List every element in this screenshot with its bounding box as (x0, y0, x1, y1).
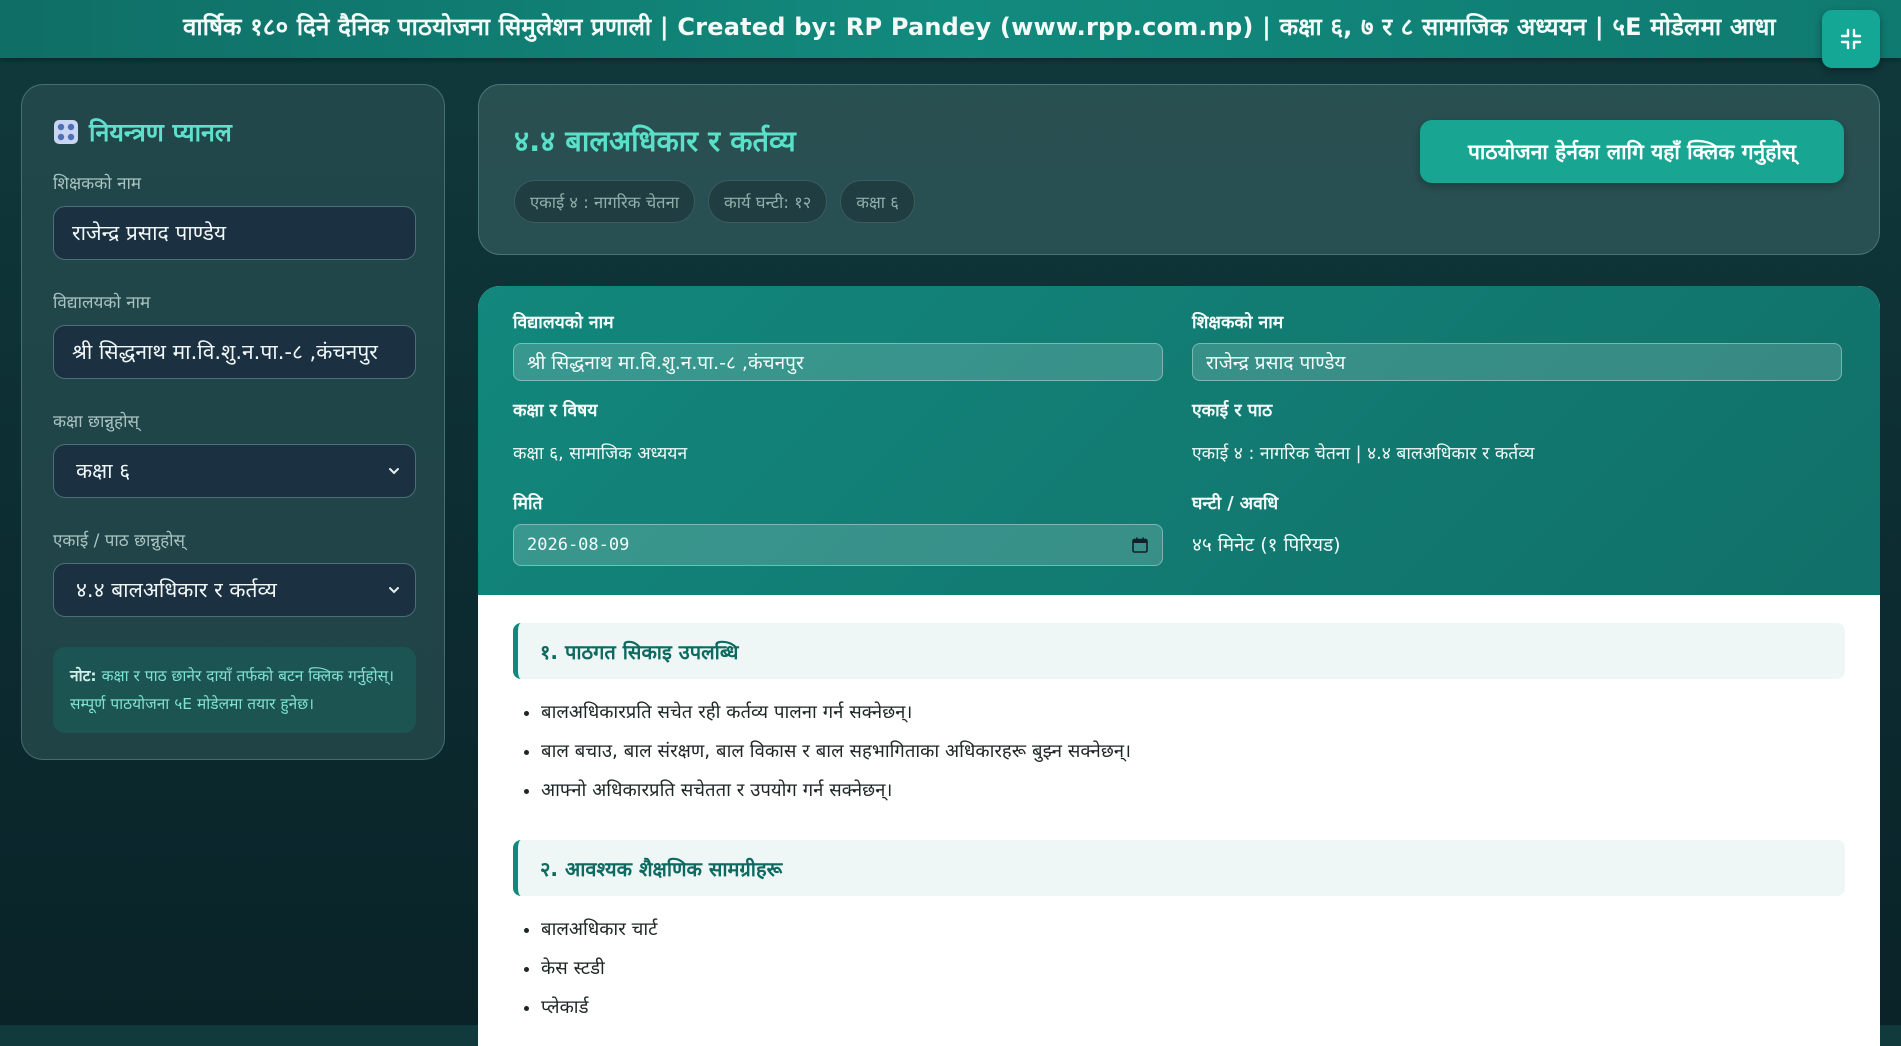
info-teacher: शिक्षकको नाम राजेन्द्र प्रसाद पाण्डेय (1192, 310, 1842, 381)
lesson-select-label: एकाई / पाठ छान्नुहोस् (53, 531, 186, 551)
class-select[interactable]: कक्षा ६ (53, 444, 416, 498)
section-heading-learning-outcomes: १. पाठगत सिकाइ उपलब्धि (513, 623, 1845, 679)
list-item: बालअधिकारप्रति सचेत रही कर्तव्य पालना गर… (541, 693, 1845, 732)
lesson-plan-content: १. पाठगत सिकाइ उपलब्धि बालअधिकारप्रति सच… (478, 595, 1880, 1027)
list-item: बालअधिकार चार्ट (541, 910, 1845, 949)
note-label: नोट: (70, 667, 97, 685)
panel-title: नियन्त्रण प्यानल (89, 118, 232, 147)
control-knobs-icon (54, 120, 78, 144)
teacher-name-input[interactable]: राजेन्द्र प्रसाद पाण्डेय (53, 206, 416, 260)
info-class-subject: कक्षा र विषय कक्षा ६, सामाजिक अध्ययन (513, 398, 1163, 465)
marquee-text: वार्षिक १८० दिने दैनिक पाठयोजना सिमुलेशन… (183, 13, 1776, 41)
info-teacher-input[interactable]: राजेन्द्र प्रसाद पाण्डेय (1192, 343, 1842, 381)
lesson-header-card: ४.४ बालअधिकार र कर्तव्य एकाई ४ : नागरिक … (478, 84, 1880, 255)
info-period-label: घन्टी / अवधि (1192, 494, 1279, 514)
list-item: केस स्टडी (541, 949, 1845, 988)
lesson-select-value: ४.४ बालअधिकार र कर्तव्य (76, 578, 277, 602)
list-item: प्लेकार्ड (541, 988, 1845, 1027)
info-school-input[interactable]: श्री सिद्धनाथ मा.वि.शु.न.पा.-८ ,कंचनपुर (513, 343, 1163, 381)
info-date-label: मिति (513, 494, 543, 514)
info-period: घन्टी / अवधि ४५ मिनेट (१ पिरियड) (1192, 491, 1842, 557)
panel-title-row: नियन्त्रण प्यानल (53, 115, 413, 149)
class-select-value: कक्षा ६ (76, 459, 131, 483)
info-class-subject-label: कक्षा र विषय (513, 401, 598, 421)
section-heading-materials: २. आवश्यक शैक्षणिक सामग्रीहरू (513, 840, 1845, 896)
learning-outcomes-list: बालअधिकारप्रति सचेत रही कर्तव्य पालना गर… (513, 693, 1845, 810)
list-item: आफ्नो अधिकारप्रति सचेतता र उपयोग गर्न सक… (541, 771, 1845, 810)
lesson-info-panel: विद्यालयको नाम श्री सिद्धनाथ मा.वि.शु.न.… (478, 286, 1880, 595)
calendar-icon[interactable] (1131, 536, 1149, 554)
info-date: मिति 2026-08-09 (513, 491, 1163, 566)
exit-fullscreen-button[interactable] (1822, 10, 1880, 68)
info-teacher-label: शिक्षकको नाम (1192, 313, 1284, 333)
note-text: कक्षा र पाठ छानेर दायाँ तर्फको बटन क्लिक… (70, 667, 395, 713)
lesson-tags: एकाई ४ : नागरिक चेतना कार्य घन्टी: १२ कक… (514, 180, 1844, 223)
lesson-plan-card: विद्यालयको नाम श्री सिद्धनाथ मा.वि.शु.न.… (478, 286, 1880, 1046)
date-value: 2026-08-09 (527, 535, 630, 555)
chevron-down-icon (389, 587, 399, 594)
list-item: बाल बचाउ, बाल संरक्षण, बाल विकास र बाल स… (541, 732, 1845, 771)
school-name-label: विद्यालयको नाम (53, 293, 151, 313)
class-tag: कक्षा ६ (840, 180, 915, 223)
marquee-bar: वार्षिक १८० दिने दैनिक पाठयोजना सिमुलेशन… (0, 0, 1901, 58)
materials-list: बालअधिकार चार्ट केस स्टडी प्लेकार्ड (513, 910, 1845, 1027)
teacher-name-label: शिक्षकको नाम (53, 174, 142, 194)
view-lesson-plan-button[interactable]: पाठयोजना हेर्नका लागि यहाँ क्लिक गर्नुहो… (1420, 120, 1844, 183)
school-name-input[interactable]: श्री सिद्धनाथ मा.वि.शु.न.पा.-८ ,कंचनपुर (53, 325, 416, 379)
info-unit-lesson: एकाई र पाठ एकाई ४ : नागरिक चेतना | ४.४ ब… (1192, 398, 1842, 465)
control-panel: नियन्त्रण प्यानल शिक्षकको नाम राजेन्द्र … (21, 84, 445, 760)
lesson-select[interactable]: ४.४ बालअधिकार र कर्तव्य (53, 563, 416, 617)
info-unit-lesson-value: एकाई ४ : नागरिक चेतना | ४.४ बालअधिकार र … (1192, 444, 1535, 464)
info-school: विद्यालयको नाम श्री सिद्धनाथ मा.वि.शु.न.… (513, 310, 1163, 381)
unit-tag: एकाई ४ : नागरिक चेतना (514, 180, 696, 223)
date-input[interactable]: 2026-08-09 (513, 524, 1163, 566)
class-select-label: कक्षा छान्नुहोस् (53, 412, 139, 432)
compress-icon (1840, 28, 1862, 50)
chevron-down-icon (389, 468, 399, 475)
info-period-value: ४५ मिनेट (१ पिरियड) (1192, 534, 1341, 556)
periods-tag: कार्य घन्टी: १२ (708, 180, 828, 223)
info-unit-lesson-label: एकाई र पाठ (1192, 401, 1273, 421)
note-box: नोट: कक्षा र पाठ छानेर दायाँ तर्फको बटन … (53, 647, 416, 733)
info-class-subject-value: कक्षा ६, सामाजिक अध्ययन (513, 444, 688, 464)
info-school-label: विद्यालयको नाम (513, 313, 614, 333)
